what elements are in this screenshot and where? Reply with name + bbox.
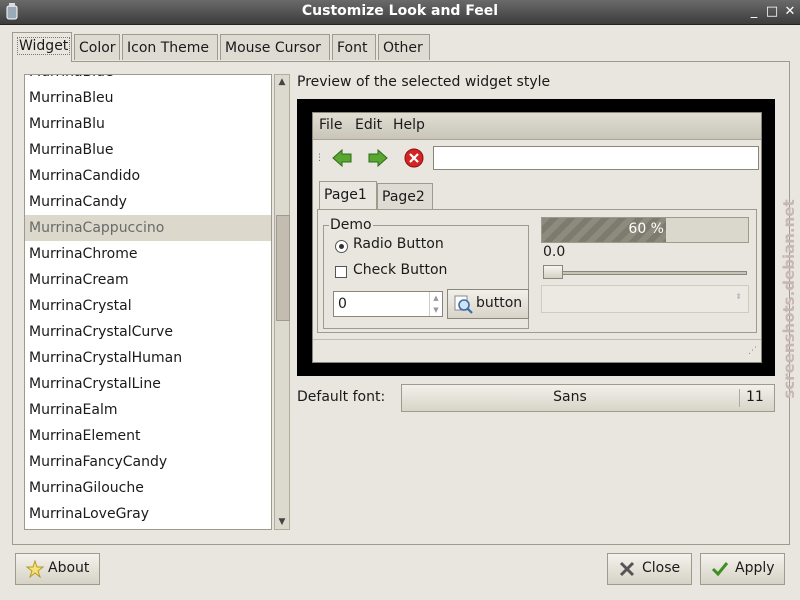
combo-box[interactable]: ⬍ [541, 285, 749, 313]
list-item[interactable]: MurrinaFancyCandy [25, 449, 271, 475]
preview-label: Preview of the selected widget style [297, 74, 551, 90]
list-item[interactable]: MurrinaLoveGray [25, 501, 271, 527]
star-icon [26, 560, 44, 578]
theme-list[interactable]: MurrinaBlue MurrinaBleu MurrinaBlu Murri… [24, 74, 272, 530]
spin-arrows-icon[interactable]: ▲ ▼ [429, 292, 442, 316]
about-button[interactable]: About [15, 553, 100, 585]
stop-icon[interactable] [403, 147, 425, 169]
watermark: screenshots.debian.net [774, 180, 798, 430]
zoom-icon [454, 295, 473, 314]
slider-track[interactable] [543, 271, 747, 275]
font-name: Sans [553, 389, 587, 405]
list-item[interactable]: MurrinaBleu [25, 85, 271, 111]
spin-button[interactable]: 0 ▲ ▼ [333, 291, 443, 317]
scrollbar-thumb[interactable] [276, 215, 290, 321]
list-item[interactable]: MurrinaCream [25, 267, 271, 293]
minimize-icon[interactable]: _ [746, 4, 762, 20]
preview-button-label: button [476, 295, 523, 311]
menu-edit[interactable]: Edit [355, 117, 382, 133]
list-item[interactable]: MurrinaCrystalLine [25, 371, 271, 397]
list-item[interactable]: MurrinaGilouche [25, 475, 271, 501]
checkmark-icon [711, 562, 729, 577]
menu-help[interactable]: Help [393, 117, 425, 133]
list-item[interactable]: MurrinaCrystal [25, 293, 271, 319]
about-label: About [48, 560, 90, 576]
close-button[interactable]: Close [607, 553, 692, 585]
list-item[interactable]: MurrinaEalm [25, 397, 271, 423]
preview-menubar: File Edit Help [313, 113, 761, 140]
close-icon [619, 561, 635, 577]
maximize-icon[interactable]: □ [764, 4, 780, 20]
combo-arrow-icon: ⬍ [735, 292, 742, 301]
list-item[interactable]: MurrinaCandido [25, 163, 271, 189]
font-size: 11 [746, 389, 764, 405]
list-item[interactable]: MurrinaBlue [25, 75, 271, 85]
preview-statusbar: ⋰ [313, 339, 761, 363]
tab-page2[interactable]: Page2 [377, 183, 433, 209]
close-window-icon[interactable]: ✕ [782, 4, 798, 20]
check-button-control[interactable] [335, 266, 347, 278]
tab-color[interactable]: Color [74, 34, 120, 60]
tab-page1[interactable]: Page1 [319, 181, 377, 209]
menu-file[interactable]: File [319, 117, 342, 133]
preview-text-entry[interactable] [433, 146, 759, 170]
tab-widget[interactable]: Widget [12, 32, 72, 62]
list-item[interactable]: MurrinaCandy [25, 189, 271, 215]
back-arrow-icon[interactable] [331, 147, 353, 169]
scroll-up-icon[interactable]: ▲ [276, 75, 288, 89]
list-item[interactable]: MurrinaCrystalCurve [25, 319, 271, 345]
radio-button-control[interactable] [335, 240, 348, 253]
list-item[interactable]: MurrinaBlue [25, 137, 271, 163]
apply-label: Apply [735, 560, 775, 576]
check-button-label: Check Button [353, 262, 448, 278]
window-title: Customize Look and Feel [301, 3, 499, 19]
preview-toolbar: ⋮ [313, 141, 761, 175]
font-separator [739, 389, 740, 407]
scroll-down-icon[interactable]: ▼ [276, 515, 288, 529]
preview-window: File Edit Help ⋮ Page1 Page2 Demo Radio … [312, 112, 762, 363]
spin-value: 0 [338, 296, 347, 312]
tab-font[interactable]: Font [332, 34, 376, 60]
watermark-text: screenshots.debian.net [780, 199, 798, 399]
slider-knob[interactable] [543, 265, 563, 279]
toolbar-grip-icon: ⋮ [315, 153, 324, 163]
radio-button-label: Radio Button [353, 236, 444, 252]
theme-list-scrollbar[interactable]: ▲ ▼ [274, 74, 290, 530]
close-label: Close [642, 560, 681, 576]
list-item[interactable]: MurrinaBlu [25, 111, 271, 137]
resize-grip-icon: ⋰ [748, 346, 757, 356]
list-item[interactable]: MurrinaElement [25, 423, 271, 449]
title-bar: Customize Look and Feel _ □ ✕ [0, 0, 800, 25]
demo-frame-title: Demo [329, 217, 373, 233]
progress-text: 60 % [628, 221, 664, 237]
default-font-label: Default font: [297, 389, 386, 405]
tab-other[interactable]: Other [378, 34, 430, 60]
apply-button[interactable]: Apply [700, 553, 785, 585]
list-item-selected[interactable]: MurrinaCappuccino [25, 215, 271, 241]
slider-value: 0.0 [543, 244, 566, 260]
list-item[interactable]: MurrinaCrystalHuman [25, 345, 271, 371]
progress-bar: 60 % [541, 217, 749, 243]
tab-icon-theme[interactable]: Icon Theme [122, 34, 218, 60]
preview-button[interactable]: button [447, 289, 529, 319]
forward-arrow-icon[interactable] [367, 147, 389, 169]
tab-mouse-cursor[interactable]: Mouse Cursor [220, 34, 330, 60]
list-item[interactable]: MurrinaChrome [25, 241, 271, 267]
default-font-button[interactable]: Sans 11 [401, 384, 775, 412]
